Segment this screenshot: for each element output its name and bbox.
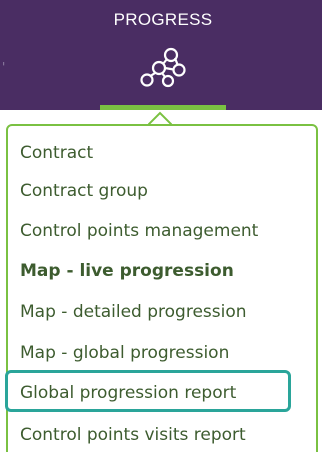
progress-network-icon [140,47,186,88]
active-tab-indicator [100,105,226,110]
dropdown-pointer [148,111,172,125]
menu-item-contract-group[interactable]: Contract group [20,176,148,206]
menu-item-map-detailed-progression[interactable]: Map - detailed progression [20,297,247,327]
partial-nav-item: ' [2,60,6,74]
menu-item-map-live-progression[interactable]: Map - live progression [20,256,234,286]
menu-item-contract[interactable]: Contract [20,138,93,168]
tab-progress-label: PROGRESS [113,10,213,29]
menu-item-control-points-management[interactable]: Control points management [20,216,258,246]
page: ' PROGRESS Contract Contract group Contr… [0,0,322,452]
highlighted-item-outline [5,370,291,412]
top-navigation-bar: ' PROGRESS [0,0,322,110]
menu-item-control-points-visits-report[interactable]: Control points visits report [20,420,246,450]
tab-progress[interactable]: PROGRESS [100,0,226,110]
menu-item-map-global-progression[interactable]: Map - global progression [20,338,229,368]
